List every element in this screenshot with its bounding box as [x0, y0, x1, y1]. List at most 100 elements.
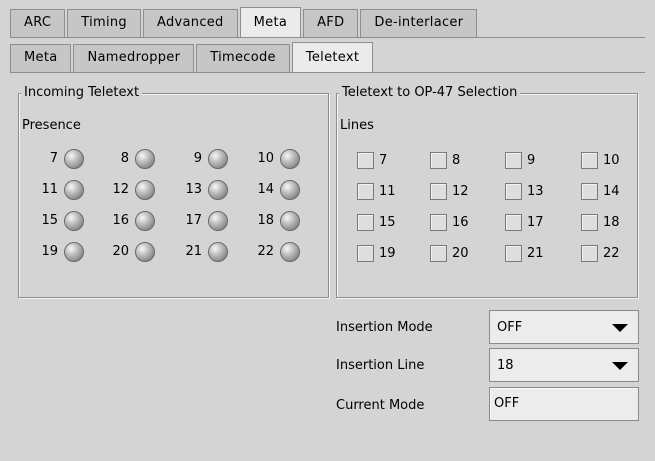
checkbox-label: 9	[527, 153, 536, 168]
checkbox-label: 13	[527, 184, 544, 199]
checkbox-box[interactable]	[581, 152, 598, 169]
line-checkbox-14[interactable]: 14	[581, 181, 651, 203]
line-checkbox-13[interactable]: 13	[505, 181, 575, 203]
presence-indicator-line-17: 17	[168, 210, 232, 232]
checkbox-label: 8	[452, 153, 461, 168]
presence-line-number: 21	[185, 244, 202, 259]
line-checkbox-10[interactable]: 10	[581, 150, 651, 172]
line-checkbox-18[interactable]: 18	[581, 212, 651, 234]
subtab-teletext[interactable]: Teletext	[291, 42, 374, 72]
tab-arc[interactable]: ARC	[10, 9, 66, 37]
presence-line-number: 22	[257, 244, 274, 259]
insertion-mode-label: Insertion Mode	[336, 320, 433, 335]
line-checkbox-19[interactable]: 19	[357, 243, 427, 265]
tab-meta[interactable]: Meta	[239, 7, 302, 37]
presence-indicator-line-14: 14	[240, 179, 304, 201]
checkbox-box[interactable]	[357, 214, 374, 231]
presence-indicator-line-21: 21	[168, 241, 232, 263]
checkbox-box[interactable]	[581, 183, 598, 200]
checkbox-label: 12	[452, 184, 469, 199]
chevron-down-icon	[612, 324, 628, 332]
checkbox-label: 15	[379, 215, 396, 230]
checkbox-label: 10	[603, 153, 620, 168]
checkbox-label: 22	[603, 246, 620, 261]
checkbox-box[interactable]	[430, 245, 447, 262]
presence-indicator-line-15: 15	[24, 210, 88, 232]
status-led-icon	[135, 242, 155, 262]
line-checkbox-21[interactable]: 21	[505, 243, 575, 265]
insertion-mode-value: OFF	[497, 320, 523, 335]
status-led-icon	[280, 180, 300, 200]
checkbox-box[interactable]	[581, 245, 598, 262]
tab-afd[interactable]: AFD	[303, 9, 359, 37]
presence-indicator-line-10: 10	[240, 148, 304, 170]
status-led-icon	[64, 149, 84, 169]
checkbox-label: 14	[603, 184, 620, 199]
status-led-icon	[280, 211, 300, 231]
presence-line-number: 11	[41, 182, 58, 197]
status-led-icon	[135, 211, 155, 231]
op47-selection-title: Teletext to OP-47 Selection	[339, 85, 521, 101]
line-checkbox-11[interactable]: 11	[357, 181, 427, 203]
presence-indicator-line-9: 9	[168, 148, 232, 170]
insertion-mode-dropdown[interactable]: OFF	[489, 310, 639, 344]
presence-line-number: 8	[120, 151, 129, 166]
line-checkbox-17[interactable]: 17	[505, 212, 575, 234]
presence-line-number: 16	[112, 213, 129, 228]
tab-de-interlacer[interactable]: De-interlacer	[360, 9, 478, 37]
line-checkbox-12[interactable]: 12	[430, 181, 500, 203]
checkbox-box[interactable]	[581, 214, 598, 231]
tab-bar-divider	[10, 37, 645, 38]
line-checkbox-9[interactable]: 9	[505, 150, 575, 172]
line-checkbox-15[interactable]: 15	[357, 212, 427, 234]
line-checkbox-16[interactable]: 16	[430, 212, 500, 234]
line-checkbox-22[interactable]: 22	[581, 243, 651, 265]
incoming-teletext-title: Incoming Teletext	[21, 85, 143, 101]
checkbox-label: 20	[452, 246, 469, 261]
presence-indicator-line-12: 12	[95, 179, 159, 201]
line-checkbox-8[interactable]: 8	[430, 150, 500, 172]
status-led-icon	[208, 242, 228, 262]
insertion-line-dropdown[interactable]: 18	[489, 348, 639, 382]
presence-line-number: 18	[257, 213, 274, 228]
subtab-meta[interactable]: Meta	[10, 44, 72, 72]
checkbox-box[interactable]	[430, 152, 447, 169]
checkbox-box[interactable]	[357, 183, 374, 200]
subtab-namedropper[interactable]: Namedropper	[73, 44, 195, 72]
presence-indicator-line-22: 22	[240, 241, 304, 263]
status-led-icon	[280, 149, 300, 169]
checkbox-label: 21	[527, 246, 544, 261]
status-led-icon	[64, 180, 84, 200]
checkbox-box[interactable]	[357, 245, 374, 262]
insertion-line-label: Insertion Line	[336, 358, 425, 373]
line-checkbox-20[interactable]: 20	[430, 243, 500, 265]
presence-line-number: 17	[185, 213, 202, 228]
checkbox-box[interactable]	[505, 152, 522, 169]
checkbox-box[interactable]	[505, 214, 522, 231]
presence-line-number: 10	[257, 151, 274, 166]
current-mode-value: OFF	[494, 396, 520, 411]
chevron-down-icon	[612, 362, 628, 370]
checkbox-box[interactable]	[505, 245, 522, 262]
main-tab-bar: ARC Timing Advanced Meta AFD De-interlacer	[10, 7, 479, 37]
status-led-icon	[135, 180, 155, 200]
tab-timing[interactable]: Timing	[67, 9, 141, 37]
checkbox-box[interactable]	[505, 183, 522, 200]
current-mode-label: Current Mode	[336, 398, 425, 413]
line-checkbox-7[interactable]: 7	[357, 150, 427, 172]
status-led-icon	[280, 242, 300, 262]
status-led-icon	[208, 211, 228, 231]
checkbox-box[interactable]	[430, 214, 447, 231]
lines-label: Lines	[340, 118, 374, 133]
checkbox-box[interactable]	[430, 183, 447, 200]
checkbox-label: 11	[379, 184, 396, 199]
presence-indicator-line-7: 7	[24, 148, 88, 170]
status-led-icon	[208, 180, 228, 200]
status-led-icon	[135, 149, 155, 169]
presence-line-number: 12	[112, 182, 129, 197]
presence-indicator-line-18: 18	[240, 210, 304, 232]
presence-line-number: 15	[41, 213, 58, 228]
checkbox-box[interactable]	[357, 152, 374, 169]
subtab-timecode[interactable]: Timecode	[196, 44, 290, 72]
tab-advanced[interactable]: Advanced	[143, 9, 238, 37]
